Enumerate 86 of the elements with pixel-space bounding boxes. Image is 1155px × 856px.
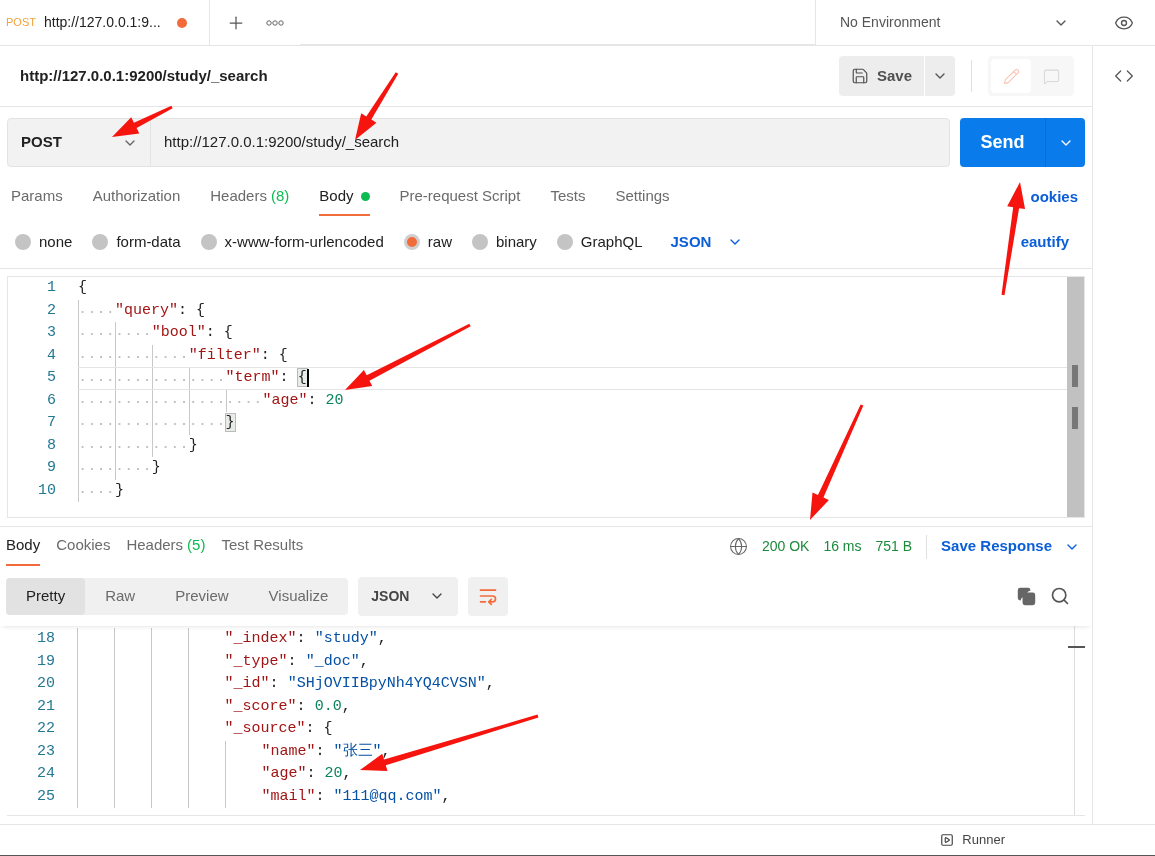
save-dropdown[interactable] (925, 56, 955, 96)
line-number: 24 (36, 764, 56, 784)
request-name: http://127.0.0.1:9200/study/_search (20, 65, 268, 86)
cookies-link[interactable]: ookies (1030, 186, 1078, 209)
response-tab[interactable]: Cookies (56, 527, 111, 566)
code-line: "_type": "_doc", (224, 651, 369, 672)
request-section-tab[interactable]: Tests (550, 179, 586, 216)
request-section-tab[interactable]: Settings (615, 179, 670, 216)
beautify-link[interactable]: eautify (1020, 230, 1069, 254)
request-section-tab[interactable]: Params (11, 179, 63, 216)
code-line: "age": 20, (261, 764, 352, 784)
line-number: 10 (37, 480, 57, 501)
view-tab[interactable]: Visualize (248, 577, 349, 615)
response-tab[interactable]: Test Results (221, 527, 304, 566)
body-type-radio[interactable]: form-data (92, 230, 181, 254)
code-line: { (78, 278, 87, 298)
view-tab[interactable]: Raw (85, 577, 156, 615)
code-line: } (188, 435, 198, 456)
code-line: "query": { (114, 300, 205, 321)
line-number: 7 (46, 413, 57, 433)
scrollbar[interactable] (1067, 277, 1084, 517)
language-select[interactable]: JSON (670, 230, 744, 254)
response-time: 16 ms (823, 537, 862, 556)
code-line: "name": "张三", (261, 741, 391, 762)
code-line: "_index": "study", (224, 629, 387, 649)
response-tab[interactable]: Body (6, 527, 41, 566)
request-section-tab[interactable]: Authorization (92, 179, 181, 216)
code-line: "age": 20 (262, 390, 344, 411)
line-number: 3 (46, 323, 57, 343)
line-number: 8 (46, 435, 57, 456)
body-type-radio[interactable]: none (15, 230, 73, 254)
line-number: 6 (46, 390, 57, 411)
runner-button[interactable]: Runner (940, 830, 1005, 850)
code-line: "bool": { (151, 323, 233, 343)
line-number: 25 (36, 786, 56, 807)
view-tab[interactable]: Preview (155, 577, 249, 615)
save-response-button[interactable]: Save Response (941, 535, 1086, 558)
globe-icon[interactable] (728, 537, 748, 556)
scrollbar-marker (1068, 646, 1085, 648)
code-line: } (114, 480, 124, 501)
line-number: 9 (46, 458, 57, 478)
body-type-radio[interactable]: x-www-form-urlencoded (200, 230, 384, 254)
request-section-tab[interactable]: Headers (8) (210, 179, 290, 216)
wrap-icon (478, 586, 499, 606)
body-type-radio[interactable]: GraphQL (556, 230, 643, 254)
copy-icon[interactable] (1017, 586, 1036, 606)
pencil-icon (1002, 67, 1020, 85)
tab-title: http://127.0.0.1:9... (43, 13, 161, 32)
method-label: POST (6, 15, 36, 31)
format-select[interactable]: JSON (358, 576, 459, 616)
code-line: "filter": { (188, 345, 288, 366)
request-section-tab[interactable]: Body (319, 179, 370, 216)
wrap-button[interactable] (468, 576, 509, 616)
environment-select[interactable]: No Environment (815, 0, 1093, 45)
response-tab[interactable]: Headers (5) (126, 527, 206, 566)
play-icon (940, 833, 955, 847)
request-section-tab[interactable]: Pre-request Script (399, 179, 521, 216)
status-code: 200 OK (761, 537, 810, 556)
line-number: 21 (36, 696, 56, 717)
response-size: 751 B (875, 537, 913, 556)
edit-mode-toggle[interactable] (991, 59, 1031, 93)
line-number: 23 (36, 741, 56, 762)
line-number: 1 (46, 278, 57, 298)
code-line: "_id": "SHjOVIIBpyNh4YQ4CVSN", (224, 674, 495, 694)
comment-icon (1042, 67, 1060, 85)
line-number: 19 (36, 651, 56, 672)
more-icon[interactable] (266, 19, 284, 26)
view-tab[interactable]: Pretty (6, 577, 86, 615)
line-number: 20 (36, 674, 56, 694)
code-line: "term": { (225, 368, 307, 388)
code-editor[interactable]: 1 { 2 "query": { 3 "bool": { 4 "filter": { 5 "term": { 6 "age": 20 7 } 8 } 9 } 10 } (7, 276, 1085, 518)
line-number: 5 (46, 368, 57, 388)
line-number: 4 (46, 345, 57, 366)
save-button[interactable]: Save (838, 56, 924, 96)
body-type-radio[interactable]: raw (403, 230, 452, 254)
body-type-radio[interactable]: binary (471, 230, 537, 254)
code-line: "_score": 0.0, (224, 696, 351, 717)
scrollbar-marker (1072, 407, 1078, 429)
scrollbar-marker (1072, 365, 1078, 387)
search-icon[interactable] (1050, 586, 1070, 606)
line-number: 18 (36, 629, 56, 649)
code-line: "mail": "111@qq.com", (261, 786, 451, 807)
code-line: "_source": { (224, 719, 333, 739)
line-number: 22 (36, 719, 56, 739)
code-line: } (151, 458, 161, 478)
line-number: 2 (46, 300, 57, 321)
